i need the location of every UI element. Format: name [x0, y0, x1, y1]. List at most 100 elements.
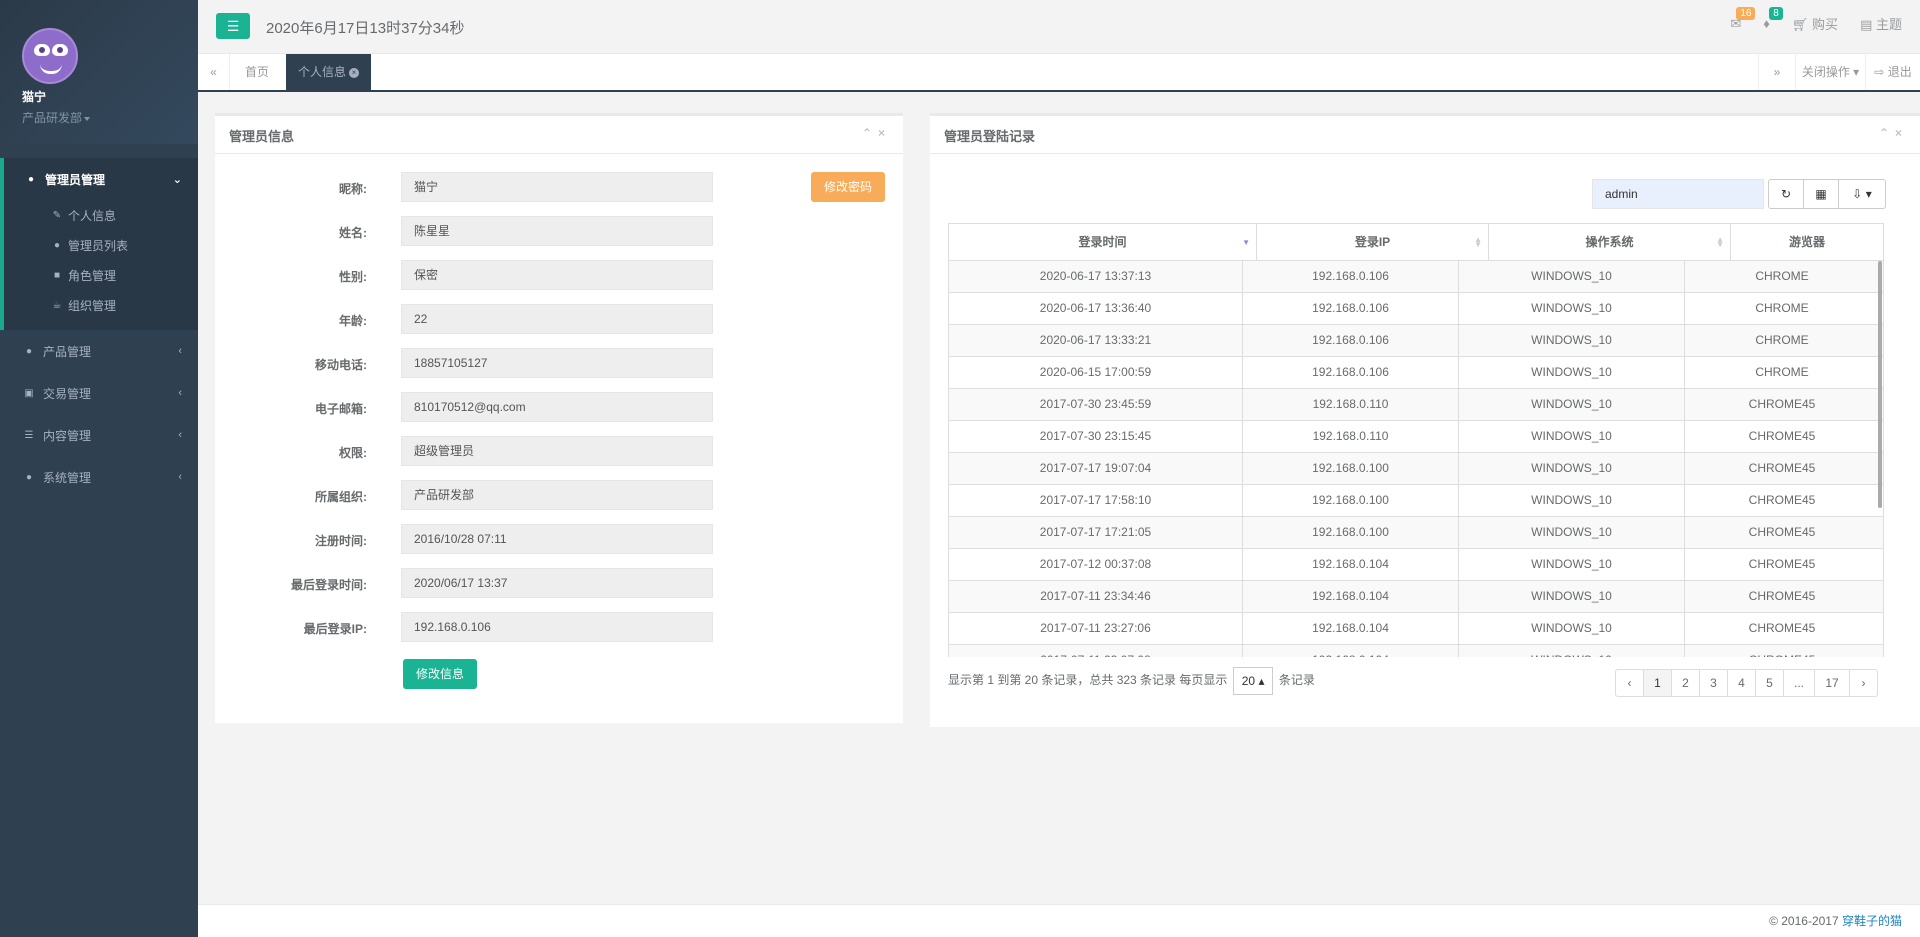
refresh-button[interactable]: ↻ [1768, 179, 1804, 209]
mail-button[interactable]: ✉ 16 [1730, 6, 1756, 32]
log-search-input[interactable]: admin [1592, 179, 1764, 209]
tabs-scroll-right-button[interactable]: » [1758, 54, 1796, 90]
column-header-login-time[interactable]: 登录时间 ▼ [949, 224, 1257, 260]
sidebar-item-product-toggle[interactable]: ● 产品管理 ‹ [0, 330, 198, 372]
field-value-input[interactable]: 2020/06/17 13:37 [401, 568, 713, 598]
field-value-input[interactable]: 陈星星 [401, 216, 713, 246]
table-scrollbar[interactable] [1878, 261, 1882, 508]
chevron-left-icon: ‹ [178, 387, 182, 399]
column-header-label: 登录IP [1354, 235, 1391, 249]
sort-icon: ▲ ▼ [1474, 235, 1482, 249]
menu-toggle-button[interactable]: ☰ [216, 13, 250, 39]
table-row[interactable]: 2020-06-17 13:37:13 192.168.0.106 WINDOWS_… [949, 261, 1883, 293]
table-row[interactable]: 2017-07-12 00:37:08 192.168.0.104 WINDOWS_… [949, 549, 1883, 581]
logout-button[interactable]: ⇨ 退出 [1866, 54, 1920, 90]
sidebar-item-trade-toggle[interactable]: ▣ 交易管理 ‹ [0, 372, 198, 414]
page-size-value: 20 [1241, 674, 1256, 688]
sidebar-item-admin-management-toggle[interactable]: ● 管理员管理 ⌄ [4, 158, 198, 200]
column-header-browser[interactable]: 游览器 [1731, 224, 1883, 260]
notification-button[interactable]: ♦ 8 [1763, 7, 1783, 31]
log-table-body[interactable]: 2020-06-17 13:37:13 192.168.0.106 WINDOWS_… [948, 261, 1884, 657]
table-cell: 2017-07-30 23:45:59 [949, 389, 1243, 420]
chevron-down-icon: ⌄ [172, 173, 182, 186]
table-row[interactable]: 2020-06-17 13:33:21 192.168.0.106 WINDOWS_… [949, 325, 1883, 357]
sidebar-item-system-toggle[interactable]: ● 系统管理 ‹ [0, 456, 198, 498]
close-icon[interactable]: × [1895, 126, 1908, 140]
sidebar-item-content-toggle[interactable]: ☰ 内容管理 ‹ [0, 414, 198, 456]
admin-info-panel: 管理员信息 ⌃× 昵称: 猫宁 姓名: 陈星星 性别: 保密 年龄: 22 移动电话: 18857… [215, 113, 903, 723]
tab-profile[interactable]: 个人信息 × [286, 54, 372, 90]
page-button[interactable]: 4 [1727, 669, 1756, 697]
page-button[interactable]: ... [1783, 669, 1815, 697]
sidebar-subitem-profile[interactable]: ✎ 个人信息 [4, 200, 198, 230]
logout-label: 退出 [1887, 65, 1912, 79]
table-cell: 192.168.0.106 [1243, 325, 1459, 356]
export-button[interactable]: ⇩ ▾ [1838, 179, 1886, 209]
edit-info-button[interactable]: 修改信息 [403, 659, 477, 689]
close-operations-dropdown[interactable]: 关闭操作 ▾ [1796, 54, 1866, 90]
table-row[interactable]: 2020-06-15 17:00:59 192.168.0.106 WINDOWS_… [949, 357, 1883, 389]
author-link[interactable]: 穿鞋子的猫 [1842, 914, 1902, 928]
theme-link[interactable]: ▤ 主题 [1860, 14, 1902, 33]
top-right-tools: ✉ 16 ♦ 8 🛒︎ 购买 ▤ 主题 [1730, 6, 1902, 33]
table-cell: 192.168.0.106 [1243, 293, 1459, 324]
field-label: 移动电话: [315, 358, 367, 372]
sidebar-item-trade[interactable]: ▣ 交易管理 ‹ [0, 372, 198, 414]
page-button[interactable]: 3 [1699, 669, 1728, 697]
profile-dept-dropdown[interactable]: 产品研发部 [22, 109, 198, 126]
sidebar-subitem-org[interactable]: ☕ 组织管理 [4, 290, 198, 320]
collapse-icon[interactable]: ⌃ [1879, 126, 1895, 140]
logout-icon: ⇨ [1874, 65, 1885, 79]
collapse-icon[interactable]: ⌃ [862, 126, 878, 140]
tab-home[interactable]: 首页 [230, 54, 284, 90]
form-row: 姓名: 陈星星 [215, 216, 903, 246]
table-row[interactable]: 2017-07-11 23:27:06 192.168.0.104 WINDOWS_… [949, 613, 1883, 645]
table-row[interactable]: 2017-07-11 23:07:08192.168.0.104WINDOWS_… [949, 645, 1883, 657]
field-value-input[interactable]: 810170512@qq.com [401, 392, 713, 422]
table-row[interactable]: 2017-07-17 17:21:05 192.168.0.100 WINDOWS_… [949, 517, 1883, 549]
buy-link[interactable]: 🛒︎ 购买 [1792, 14, 1838, 33]
field-value-input[interactable]: 产品研发部 [401, 480, 713, 510]
page-button[interactable]: 5 [1755, 669, 1784, 697]
tabs-scroll-left-button[interactable]: « [198, 54, 230, 90]
page-button[interactable]: 1 [1643, 669, 1672, 697]
field-value-input[interactable]: 超级管理员 [401, 436, 713, 466]
field-value-input[interactable]: 18857105127 [401, 348, 713, 378]
sidebar-item-product[interactable]: ● 产品管理 ‹ [0, 330, 198, 372]
top-header: ☰ 2020年6月17日13时37分34秒 ✉ 16 ♦ 8 🛒︎ 购买 ▤ 主题 [198, 0, 1920, 54]
change-password-button[interactable]: 修改密码 [811, 172, 885, 202]
field-value-input[interactable]: 猫宁 [401, 172, 713, 202]
table-cell: 2020-06-17 13:37:13 [949, 261, 1243, 292]
close-icon[interactable]: × [878, 126, 891, 140]
avatar[interactable] [22, 28, 78, 84]
tab-label: 个人信息 [298, 65, 347, 79]
table-row[interactable]: 2017-07-17 19:07:04 192.168.0.100 WINDOWS_… [949, 453, 1883, 485]
close-tab-icon[interactable]: × [349, 67, 360, 78]
avatar-eye [34, 44, 50, 56]
page-button[interactable]: › [1849, 669, 1878, 697]
field-value-input[interactable]: 22 [401, 304, 713, 334]
table-row[interactable]: 2017-07-17 17:58:10 192.168.0.100 WINDOWS_… [949, 485, 1883, 517]
field-value-input[interactable]: 2016/10/28 07:11 [401, 524, 713, 554]
table-cell: WINDOWS_10 [1459, 453, 1685, 484]
page-button[interactable]: 2 [1671, 669, 1700, 697]
page-size-select[interactable]: 20 ▴ [1232, 667, 1274, 695]
column-header-login-ip[interactable]: 登录IP ▲ ▼ [1257, 224, 1489, 260]
columns-button[interactable]: ▦ [1803, 179, 1839, 209]
form-row: 移动电话: 18857105127 [215, 348, 903, 378]
table-row[interactable]: 2017-07-11 23:34:46 192.168.0.104 WINDOWS_… [949, 581, 1883, 613]
sidebar-subitem-admin-list[interactable]: ● 管理员列表 [4, 230, 198, 260]
page-button[interactable]: 17 [1814, 669, 1850, 697]
sidebar-item-content[interactable]: ☰ 内容管理 ‹ [0, 414, 198, 456]
caret-down-icon: ▾ [1865, 187, 1872, 201]
profile-area: 猫宁 产品研发部 [0, 0, 198, 144]
sidebar-item-system[interactable]: ● 系统管理 ‹ [0, 456, 198, 498]
page-button[interactable]: ‹ [1615, 669, 1644, 697]
table-row[interactable]: 2017-07-30 23:45:59 192.168.0.110 WINDOWS_… [949, 389, 1883, 421]
sidebar-subitem-roles[interactable]: ■ 角色管理 [4, 260, 198, 290]
table-row[interactable]: 2017-07-30 23:15:45 192.168.0.110 WINDOWS_… [949, 421, 1883, 453]
field-value-input[interactable]: 192.168.0.106 [401, 612, 713, 642]
column-header-os[interactable]: 操作系统 ▲ ▼ [1489, 224, 1731, 260]
table-row[interactable]: 2020-06-17 13:36:40 192.168.0.106 WINDOWS_… [949, 293, 1883, 325]
field-value-input[interactable]: 保密 [401, 260, 713, 290]
